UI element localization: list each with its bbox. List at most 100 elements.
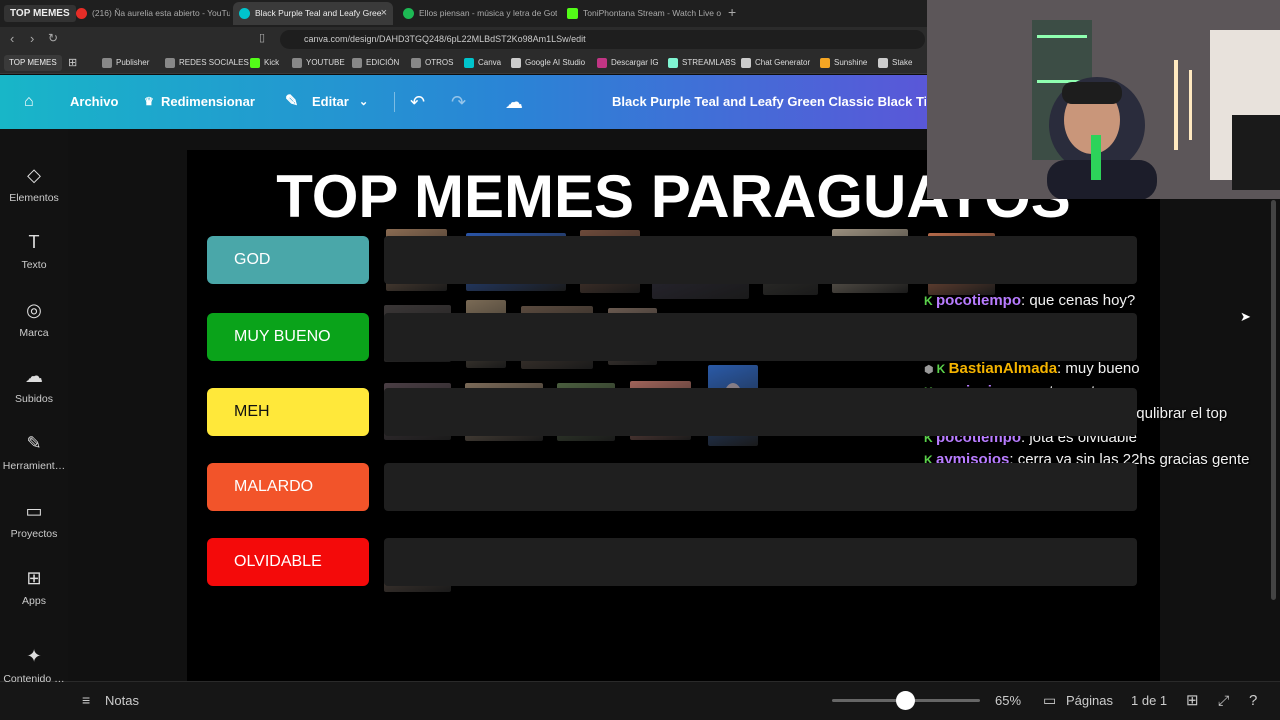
bookmark-item[interactable]: Sunshine	[820, 55, 867, 71]
grid-view-icon[interactable]: ⊞	[1186, 681, 1199, 720]
crown-icon: ♛	[144, 96, 154, 108]
sidebar-item-elements[interactable]: ◇ Elementos	[0, 165, 68, 204]
tab-youtube[interactable]: (216) Ña aurelia esta abierto - YouTu	[70, 2, 230, 25]
home-icon[interactable]: ⌂	[24, 75, 34, 129]
bookmark-item[interactable]: Kick	[250, 55, 279, 71]
sidebar-item-upload[interactable]: ☁ Subidos	[0, 366, 68, 405]
notes-icon[interactable]: ≡	[82, 681, 90, 720]
upload-icon: ☁	[25, 366, 43, 386]
bookmark-item[interactable]: Descargar IG	[597, 55, 659, 71]
chat-message: ⬢ K BastianAlmada: muy bueno	[924, 358, 1274, 381]
notes-button[interactable]: Notas	[105, 681, 139, 720]
bookmark-label: STREAMLABS	[682, 58, 736, 67]
zoom-level[interactable]: 65%	[995, 681, 1021, 720]
back-icon[interactable]: ‹	[10, 31, 14, 46]
new-tab-button[interactable]: +	[728, 4, 736, 20]
bookmark-label: Kick	[264, 58, 280, 67]
bookmark-label: Canva	[478, 58, 502, 67]
pages-icon[interactable]: ▭	[1043, 681, 1056, 720]
bookmark-item[interactable]: Google AI Studio	[511, 55, 585, 71]
apps-grid-icon[interactable]: ⊞	[68, 56, 77, 69]
redo-icon[interactable]: ↷	[451, 75, 466, 129]
bookmark-icon	[511, 58, 521, 68]
fullscreen-icon[interactable]: ⤢	[1218, 681, 1229, 720]
bookmark-icon	[878, 58, 888, 68]
tab-canva[interactable]: Black Purple Teal and Leafy Gree ×	[233, 2, 393, 25]
tier-row-4[interactable]	[384, 463, 1137, 511]
tab-spotify[interactable]: Ellos piensan - música y letra de Gott	[397, 2, 557, 25]
tier-label-malardo[interactable]: MALARDO	[207, 463, 369, 511]
page-count: 1 de 1	[1131, 693, 1168, 708]
sidebar-item-tools[interactable]: ✎ Herramient…	[0, 433, 68, 472]
bookmark-icon	[352, 58, 362, 68]
resize-button[interactable]: Redimensionar	[161, 75, 255, 129]
tier-row-5[interactable]	[384, 538, 1137, 586]
tab-kick[interactable]: ToniPhontana Stream - Watch Live o	[561, 2, 721, 25]
bookmark-item[interactable]: Publisher	[102, 55, 149, 71]
document-title[interactable]: Black Purple Teal and Leafy Green Classi…	[612, 75, 926, 129]
sidebar-item-brand[interactable]: ◎ Marca	[0, 300, 68, 339]
kick-badge-icon: K	[924, 294, 936, 308]
tier-row-3[interactable]	[384, 388, 1137, 436]
tier-label-olvidable[interactable]: OLVIDABLE	[207, 538, 369, 586]
streamer-image	[927, 0, 1280, 199]
tier-label-muy-bueno[interactable]: MUY BUENO	[207, 313, 369, 361]
pages-button[interactable]: Páginas	[1066, 681, 1113, 720]
forward-icon[interactable]: ›	[30, 31, 34, 46]
chat-text: : que cenas hoy?	[1021, 292, 1136, 309]
canva-sidebar	[0, 129, 68, 720]
tier-label-meh[interactable]: MEH	[207, 388, 369, 436]
sidebar-item-magic-media[interactable]: ✦ Contenido …	[0, 646, 68, 685]
tab-label: ToniPhontana Stream - Watch Live o	[583, 8, 721, 18]
tier-row-2[interactable]	[384, 313, 1137, 361]
tab-label: Ellos piensan - música y letra de Gott	[419, 8, 557, 18]
sidebar-item-label: Herramient…	[2, 460, 66, 472]
profile-chip[interactable]: TOP MEMES	[4, 5, 76, 22]
bookmark-icon	[464, 58, 474, 68]
url-input[interactable]: canva.com/design/DAHD3TGQ248/6pL22MLBdST…	[280, 30, 925, 49]
bookmark-item[interactable]: REDES SOCIALES	[165, 55, 249, 71]
divider	[394, 92, 395, 112]
reload-icon[interactable]: ↻	[48, 31, 58, 45]
bookmark-icon	[250, 58, 260, 68]
sub-badge-icon: ⬢	[924, 363, 937, 376]
mouse-cursor-icon: ➤	[1240, 309, 1251, 324]
sidebar-item-text[interactable]: T Texto	[0, 232, 68, 271]
bookmark-icon[interactable]: ▯	[259, 31, 265, 44]
folder-icon: ▭	[25, 501, 43, 521]
bookmark-item[interactable]: STREAMLABS	[668, 55, 736, 71]
close-tab-icon[interactable]: ×	[381, 2, 387, 25]
undo-icon[interactable]: ↶	[410, 75, 425, 129]
sidebar-item-label: Proyectos	[10, 528, 58, 540]
bookmarks-profile[interactable]: TOP MEMES	[4, 55, 62, 71]
help-icon[interactable]: ?	[1249, 681, 1257, 720]
bookmark-item[interactable]: YOUTUBE	[292, 55, 345, 71]
cloud-saved-icon[interactable]: ☁	[505, 75, 523, 129]
bookmark-label: Google AI Studio	[525, 58, 586, 67]
bookmark-item[interactable]: Chat Generator	[741, 55, 810, 71]
webcam-overlay	[927, 0, 1280, 199]
tier-label-god[interactable]: GOD	[207, 236, 369, 284]
chevron-down-icon[interactable]: ⌄	[359, 75, 368, 129]
chat-username: BastianAlmada	[948, 359, 1058, 377]
chat-text: : muy bueno	[1057, 359, 1140, 377]
bookmark-icon	[597, 58, 607, 68]
bookmark-label: Stake	[892, 58, 913, 67]
bookmark-item[interactable]: Stake	[878, 55, 912, 71]
bookmark-item[interactable]: Canva	[464, 55, 501, 71]
apps-icon: ⊞	[26, 568, 42, 588]
sidebar-item-folder[interactable]: ▭ Proyectos	[0, 501, 68, 540]
scrollbar[interactable]	[1271, 200, 1276, 600]
zoom-slider-handle[interactable]	[895, 691, 915, 710]
bookmark-label: EDICIÓN	[366, 58, 400, 67]
sidebar-item-apps[interactable]: ⊞ Apps	[0, 568, 68, 607]
chat-username: pocotiempo	[936, 292, 1021, 309]
bookmark-item[interactable]: EDICIÓN	[352, 55, 399, 71]
file-menu[interactable]: Archivo	[70, 75, 118, 129]
edit-menu[interactable]: Editar	[312, 75, 349, 129]
tier-row-1[interactable]	[384, 236, 1137, 284]
brand-icon: ◎	[26, 300, 42, 320]
bookmark-icon	[411, 58, 421, 68]
bookmark-item[interactable]: OTROS	[411, 55, 453, 71]
chat-message: K pocotiempo: que cenas hoy?	[924, 290, 1274, 312]
